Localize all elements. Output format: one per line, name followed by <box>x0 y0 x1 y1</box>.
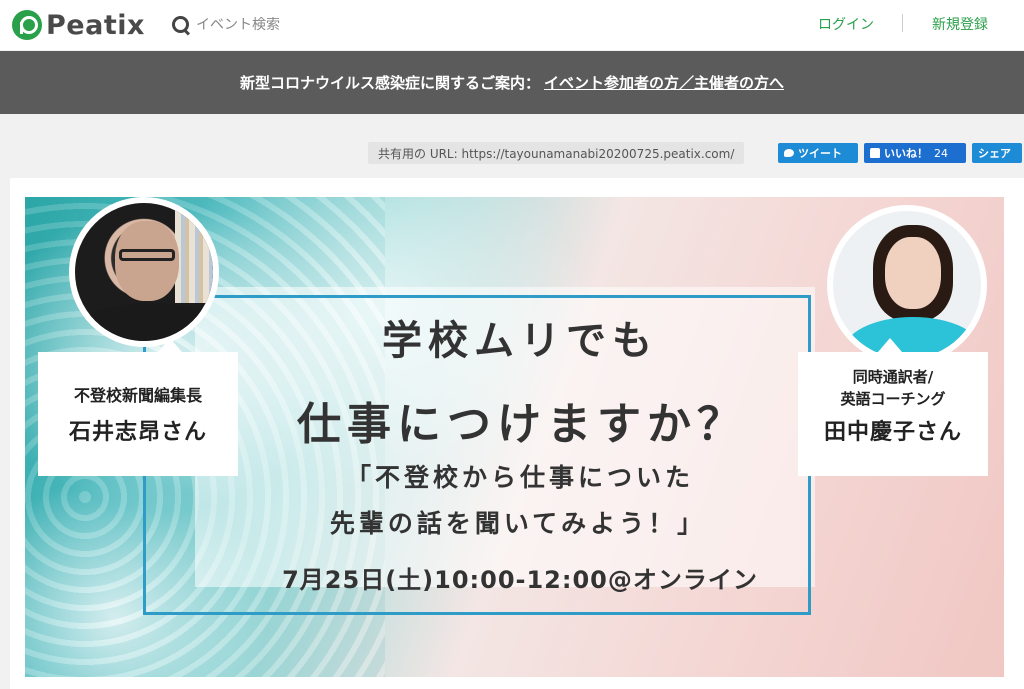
banner-subtitle-line2: 先輩の話を聞いてみよう！」 <box>329 509 707 538</box>
like-count: 24 <box>934 146 948 160</box>
speaker-left-face <box>115 221 179 301</box>
logo-text: Peatix <box>46 9 145 41</box>
banner-title-line2: 仕事につけますか？ <box>297 399 747 450</box>
covid-notice-bar: 新型コロナウイルス感染症に関するご案内： イベント参加者の方／主催者の方へ <box>0 51 1024 114</box>
search-bar <box>172 10 346 40</box>
login-link[interactable]: ログイン <box>818 14 874 34</box>
peatix-logo-icon <box>12 10 42 40</box>
twitter-icon <box>784 149 794 157</box>
search-icon[interactable] <box>172 16 190 34</box>
speaker-right-caption: 同時通訳者/ 英語コーチング 田中慶子さん <box>798 338 988 476</box>
speaker-left-body <box>75 303 213 341</box>
notice-text: 新型コロナウイルス感染症に関するご案内： <box>239 74 540 92</box>
peatix-logo[interactable]: Peatix <box>12 6 145 44</box>
top-header: Peatix ログイン 新規登録 <box>0 0 1024 50</box>
share-url[interactable]: 共有用の URL: https://tayounamanabi20200725.… <box>368 142 745 164</box>
notice-link[interactable]: イベント参加者の方／主催者の方へ <box>544 72 784 93</box>
share-label: シェア <box>978 147 1011 160</box>
like-label: いいね！ <box>884 147 928 160</box>
bookshelf <box>175 203 213 303</box>
header-divider <box>902 14 903 32</box>
search-input[interactable] <box>196 17 346 33</box>
speaker-left-name: 石井志昂さん <box>68 420 207 445</box>
signup-link[interactable]: 新規登録 <box>932 14 988 34</box>
event-datetime: 7月25日(土)10:00-12:00@オンライン <box>282 566 758 594</box>
speaker-left-caption: 不登校新聞編集長 石井志昂さん <box>38 338 238 476</box>
speaker-left-photo <box>69 197 219 347</box>
speaker-right-photo <box>827 205 987 365</box>
tweet-label: ツイート <box>798 147 842 160</box>
tweet-button[interactable]: ツイート <box>778 143 858 163</box>
speaker-left-role: 不登校新聞編集長 <box>73 386 202 405</box>
thumbs-up-icon <box>870 148 880 158</box>
banner-subtitle-line1: 「不登校から仕事についた <box>345 463 694 492</box>
glasses-icon <box>119 249 175 261</box>
speaker-right-face <box>885 237 941 309</box>
speaker-right-name: 田中慶子さん <box>823 420 962 445</box>
speaker-right-role-1: 同時通訳者/ <box>852 368 934 386</box>
share-button[interactable]: シェア <box>972 143 1022 163</box>
like-button[interactable]: いいね！ 24 <box>864 143 966 163</box>
speaker-right-role-2: 英語コーチング <box>840 390 946 408</box>
banner-title-line1: 学校ムリでも <box>382 318 658 364</box>
